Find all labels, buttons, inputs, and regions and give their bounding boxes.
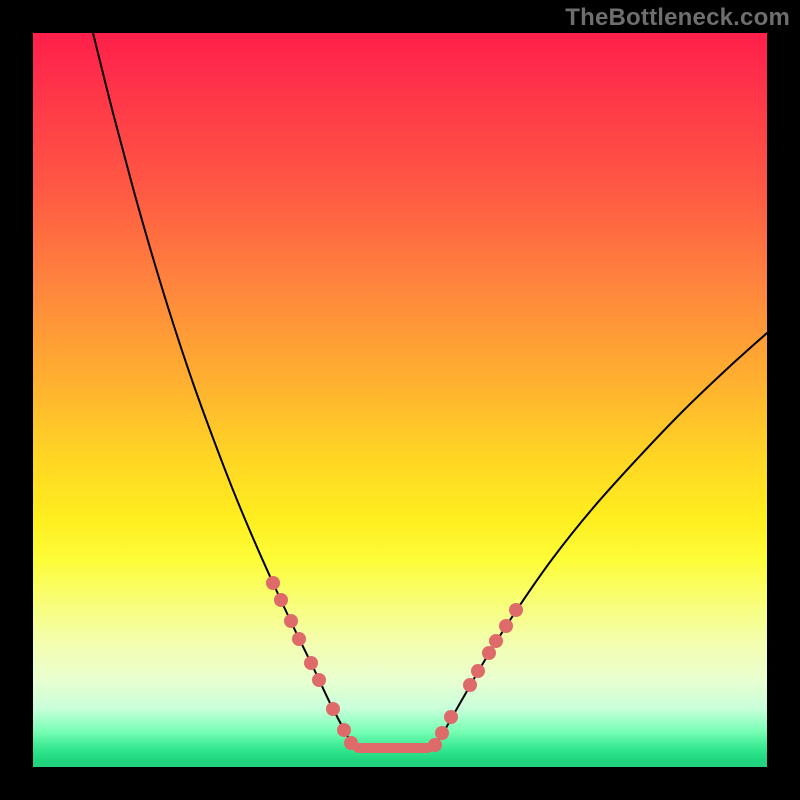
data-dot: [471, 664, 485, 678]
data-dot: [444, 710, 458, 724]
chart-container: TheBottleneck.com: [0, 0, 800, 800]
left-dots-group: [266, 576, 358, 750]
watermark-text: TheBottleneck.com: [565, 4, 790, 32]
data-dot: [463, 678, 477, 692]
data-dot: [435, 726, 449, 740]
data-dot: [266, 576, 280, 590]
plot-area: [33, 33, 767, 767]
data-dot: [304, 656, 318, 670]
right-curve: [433, 333, 767, 748]
data-dot: [337, 723, 351, 737]
data-dot: [312, 673, 326, 687]
left-curve: [93, 33, 353, 748]
data-dot: [344, 736, 358, 750]
data-dot: [326, 702, 340, 716]
data-dot: [284, 614, 298, 628]
chart-svg: [33, 33, 767, 767]
data-dot: [499, 619, 513, 633]
right-dots-group: [428, 603, 523, 752]
flat-bottom-bar: [353, 743, 433, 753]
data-dot: [292, 632, 306, 646]
data-dot: [489, 634, 503, 648]
data-dot: [428, 738, 442, 752]
data-dot: [509, 603, 523, 617]
data-dot: [482, 646, 496, 660]
data-dot: [274, 593, 288, 607]
